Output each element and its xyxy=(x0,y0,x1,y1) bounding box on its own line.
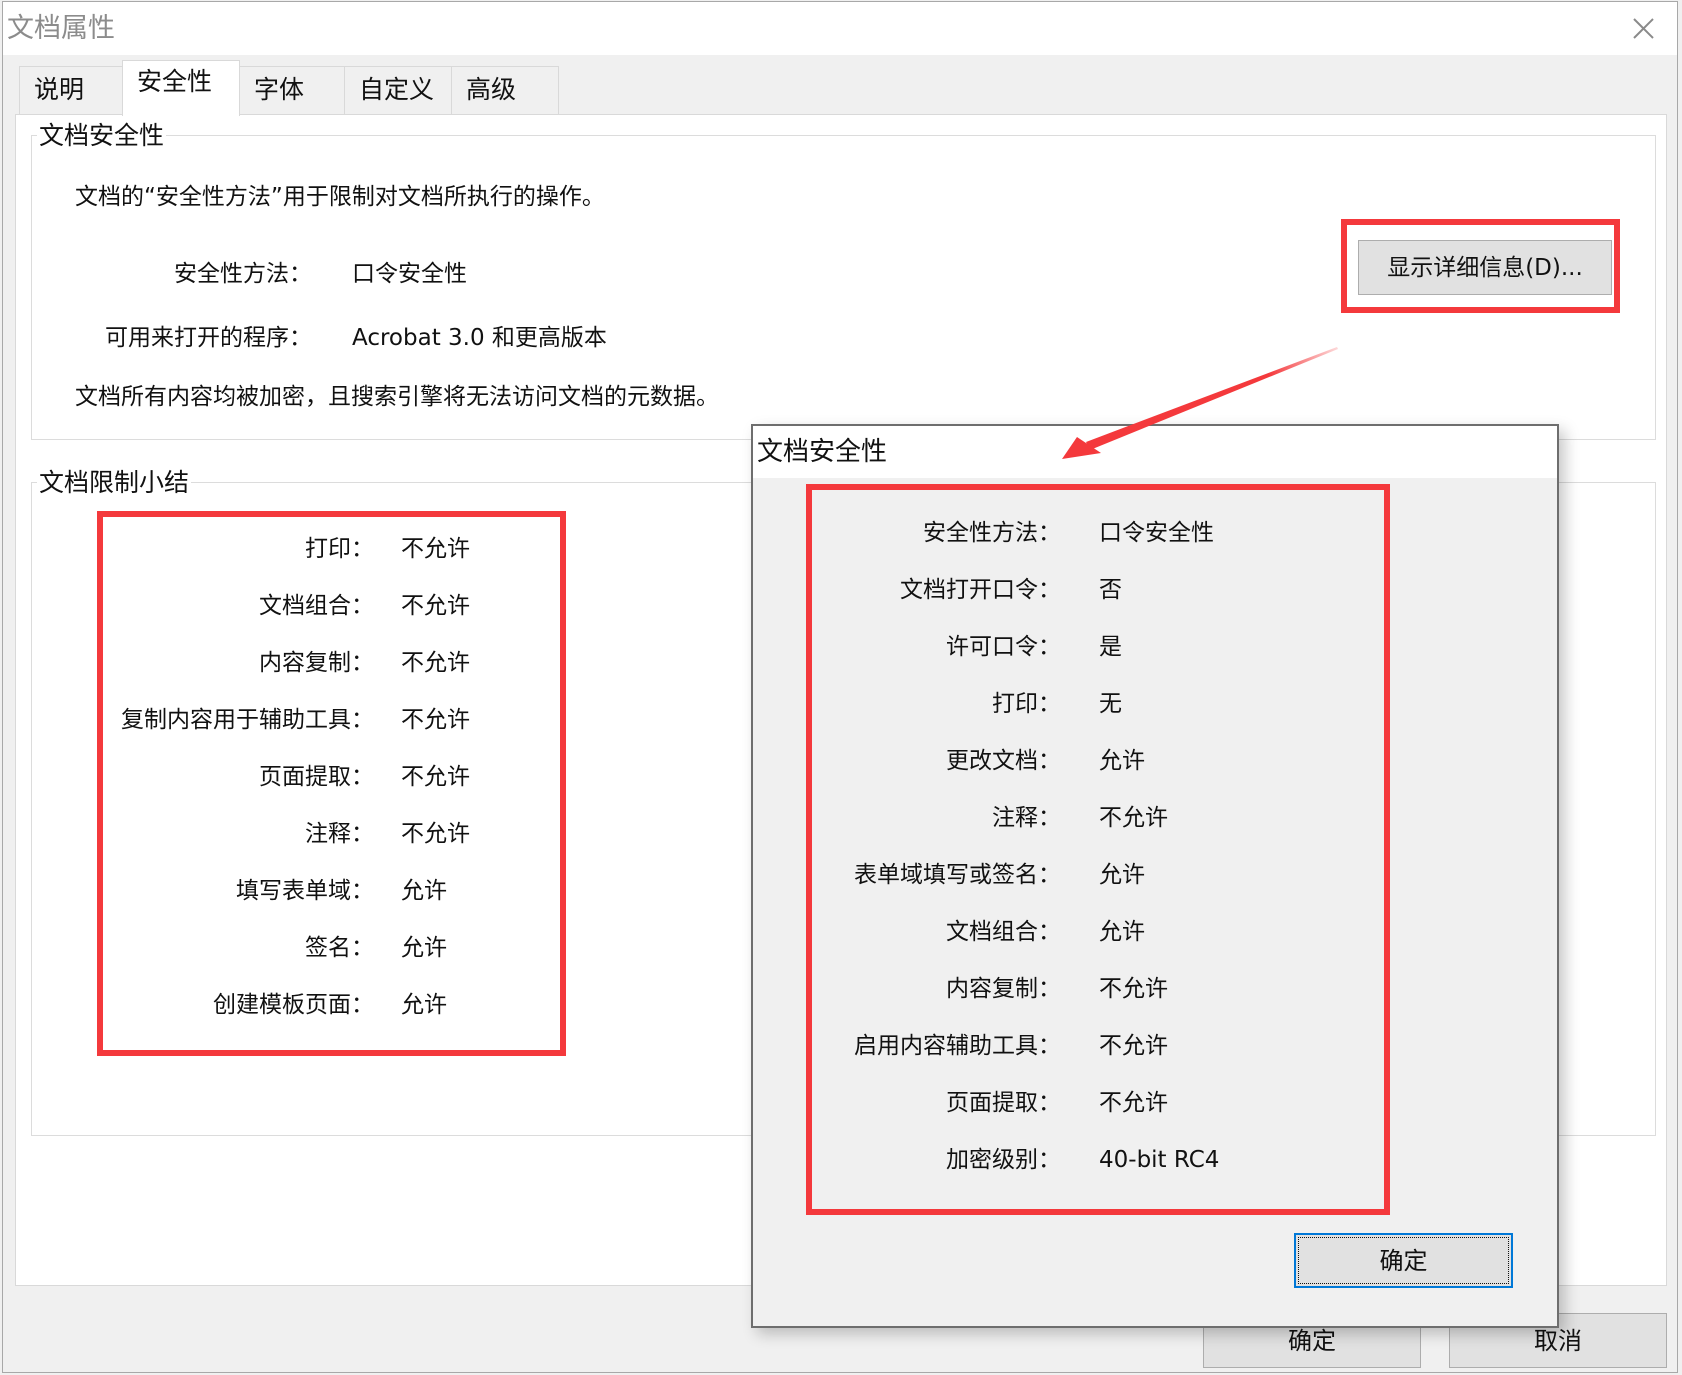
restriction-value: 不允许 xyxy=(401,764,470,790)
security-details-dialog: 文档安全性 安全性方法： 口令安全性文档打开口令： 否许可口令： 是打印： 无更改文档：… xyxy=(751,424,1559,1328)
restriction-label: 创建模板页面： xyxy=(213,992,374,1018)
detail-label: 加密级别： xyxy=(946,1147,1061,1173)
security-method-label: 安全性方法： xyxy=(174,261,312,287)
details-dialog-title: 文档安全性 xyxy=(757,437,888,467)
tab-fonts[interactable]: 字体 xyxy=(239,66,345,115)
security-method-value: 口令安全性 xyxy=(352,261,467,287)
restriction-label: 页面提取： xyxy=(259,764,374,790)
show-details-button[interactable]: 显示详细信息(D)... xyxy=(1358,240,1612,295)
tab-label: 高级 xyxy=(466,75,517,104)
detail-label: 内容复制： xyxy=(946,976,1061,1002)
window-title: 文档属性 xyxy=(7,13,115,44)
detail-label: 许可口令： xyxy=(946,634,1061,660)
detail-label: 页面提取： xyxy=(946,1090,1061,1116)
restriction-value: 不允许 xyxy=(401,593,470,619)
restriction-label: 文档组合： xyxy=(259,593,374,619)
detail-label: 安全性方法： xyxy=(923,520,1061,546)
title-bar: 文档属性 xyxy=(3,2,1677,55)
document-restrictions-group-title: 文档限制小结 xyxy=(37,468,192,498)
detail-value: 不允许 xyxy=(1099,1033,1168,1059)
detail-label: 启用内容辅助工具： xyxy=(854,1033,1061,1059)
detail-label: 表单域填写或签名： xyxy=(854,862,1061,888)
tab-custom[interactable]: 自定义 xyxy=(344,66,452,115)
detail-label: 更改文档： xyxy=(946,748,1061,774)
detail-value: 不允许 xyxy=(1099,1090,1168,1116)
tab-label: 说明 xyxy=(34,75,85,104)
detail-value: 允许 xyxy=(1099,862,1145,888)
encryption-note: 文档所有内容均被加密，且搜索引擎将无法访问文档的元数据。 xyxy=(75,384,719,410)
restriction-label: 复制内容用于辅助工具： xyxy=(121,707,374,733)
restriction-value: 不允许 xyxy=(401,821,470,847)
detail-label: 文档打开口令： xyxy=(900,577,1061,603)
detail-value: 是 xyxy=(1099,634,1122,660)
tab-label: 自定义 xyxy=(359,75,435,104)
tab-description[interactable]: 说明 xyxy=(19,66,123,115)
compatibility-label: 可用来打开的程序： xyxy=(105,325,312,351)
restriction-label: 签名： xyxy=(305,935,374,961)
detail-label: 注释： xyxy=(992,805,1061,831)
details-title-bar: 文档安全性 xyxy=(753,426,1557,478)
restriction-value: 允许 xyxy=(401,992,447,1018)
document-security-group-title: 文档安全性 xyxy=(37,121,167,151)
restriction-label: 内容复制： xyxy=(259,650,374,676)
restriction-value: 不允许 xyxy=(401,536,470,562)
restriction-value: 允许 xyxy=(401,878,447,904)
tab-label: 字体 xyxy=(254,75,305,104)
close-button[interactable] xyxy=(1623,10,1663,48)
tab-security[interactable]: 安全性 xyxy=(122,60,240,116)
detail-value: 允许 xyxy=(1099,919,1145,945)
restriction-label: 注释： xyxy=(305,821,374,847)
security-description: 文档的“安全性方法”用于限制对文档所执行的操作。 xyxy=(75,184,605,210)
restriction-value: 允许 xyxy=(401,935,447,961)
restriction-label: 打印： xyxy=(305,536,374,562)
compatibility-value: Acrobat 3.0 和更高版本 xyxy=(352,325,607,351)
detail-value: 允许 xyxy=(1099,748,1145,774)
restriction-label: 填写表单域： xyxy=(236,878,374,904)
detail-label: 文档组合： xyxy=(946,919,1061,945)
detail-value: 不允许 xyxy=(1099,805,1168,831)
tab-label: 安全性 xyxy=(137,67,213,96)
detail-label: 打印： xyxy=(992,691,1061,717)
detail-value: 不允许 xyxy=(1099,976,1168,1002)
tab-advanced[interactable]: 高级 xyxy=(451,66,559,115)
detail-value: 否 xyxy=(1099,577,1122,603)
restriction-value: 不允许 xyxy=(401,650,470,676)
details-ok-button[interactable]: 确定 xyxy=(1294,1233,1513,1288)
detail-value: 口令安全性 xyxy=(1099,520,1214,546)
detail-value: 无 xyxy=(1099,691,1122,717)
restriction-value: 不允许 xyxy=(401,707,470,733)
close-icon xyxy=(1633,18,1654,39)
detail-value: 40-bit RC4 xyxy=(1099,1147,1220,1173)
